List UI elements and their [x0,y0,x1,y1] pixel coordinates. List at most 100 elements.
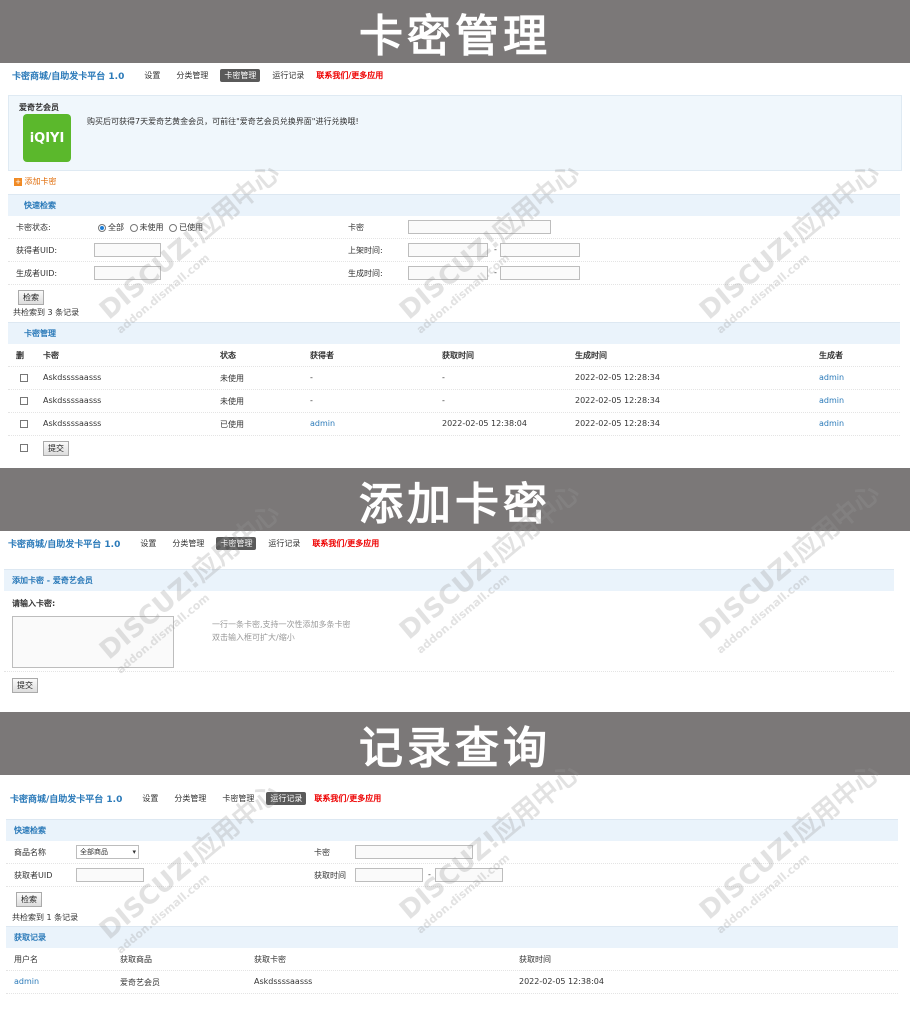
row-card: Askdssssaasss [43,396,102,405]
row-checkbox[interactable] [20,420,28,428]
nav-run-log[interactable]: 运行记录 [264,537,304,550]
row-time: 2022-02-05 12:38:04 [519,977,604,986]
search-button[interactable]: 检索 [18,290,44,305]
col-card: 卡密 [43,351,59,360]
nav-settings[interactable]: 设置 [136,537,160,550]
creator-uid-input[interactable] [94,266,161,280]
search-section-head: 快速检索 [6,819,898,841]
create-time-start-input[interactable] [408,266,488,280]
nav-settings[interactable]: 设置 [138,792,162,805]
table-header-row: 删 卡密 状态 获得者 获取时间 生成时间 生成者 [8,344,900,367]
row-getter: - [310,373,313,382]
nav-contact[interactable]: 联系我们/更多应用 [314,793,381,804]
record-query-panel: 卡密商城/自助发卡平台 1.0 设置 分类管理 卡密管理 运行记录 联系我们/更… [0,775,910,1033]
product-select[interactable]: 全部商品 ▾ [76,845,139,859]
card-input[interactable] [355,845,473,859]
getter-uid-input[interactable] [94,243,161,257]
row-user-link[interactable]: admin [14,977,39,986]
row-checkbox[interactable] [20,374,28,382]
input-hint-line2: 双击输入框可扩大/缩小 [212,633,295,642]
table-header-row: 用户名 获取商品 获取卡密 获取时间 [6,948,898,971]
top-nav: 卡密商城/自助发卡平台 1.0 设置 分类管理 卡密管理 运行记录 联系我们/更… [0,63,910,87]
card-label: 卡密 [314,848,330,857]
radio-all[interactable] [98,223,106,232]
row-create-time: 2022-02-05 12:28:34 [575,419,660,428]
getter-uid-input[interactable] [76,868,144,882]
create-time-end-input[interactable] [500,266,580,280]
banner-title: 添加卡密 [359,478,551,530]
col-username: 用户名 [14,955,38,964]
card-manage-panel: 卡密商城/自助发卡平台 1.0 设置 分类管理 卡密管理 运行记录 联系我们/更… [0,63,910,468]
shelf-time-start-input[interactable] [408,243,488,257]
card-label: 卡密 [348,223,364,232]
range-separator: - [494,245,497,254]
product-select-value: 全部商品 [80,848,108,856]
row-getter-link[interactable]: admin [310,419,335,428]
radio-used[interactable] [169,223,178,232]
banner-add-card: 添加卡密 [0,468,910,531]
getter-uid-label: 获得者UID: [16,246,58,255]
nav-category[interactable]: 分类管理 [170,792,210,805]
row-card: Askdssssaasss [254,977,313,986]
table-row: Askdssssaasss 未使用 - - 2022-02-05 12:28:3… [8,390,900,413]
nav-settings[interactable]: 设置 [140,69,164,82]
shelf-time-end-input[interactable] [500,243,580,257]
radio-unused[interactable] [129,223,138,232]
product-name: 爱奇艺会员 [19,103,59,112]
get-time-end-input[interactable] [435,868,503,882]
nav-contact[interactable]: 联系我们/更多应用 [316,70,383,81]
range-separator: - [428,870,431,879]
col-getter: 获得者 [310,351,334,360]
card-textarea[interactable] [12,616,174,668]
banner-card-manage: 卡密管理 [0,0,910,63]
brand-link[interactable]: 卡密商城/自助发卡平台 1.0 [8,537,120,550]
submit-button[interactable]: 提交 [43,441,69,456]
row-getter: - [310,396,313,405]
product-info-box: 爱奇艺会员 iQIYI 购买后可获得7天爱奇艺黄金会员，可前往"爱奇艺会员兑换界… [8,95,902,171]
status-label: 卡密状态: [16,223,51,232]
col-get-time: 获取时间 [442,351,474,360]
table-row: admin 爱奇艺会员 Askdssssaasss 2022-02-05 12:… [6,971,898,994]
row-create-time: 2022-02-05 12:28:34 [575,373,660,382]
col-delete: 删 [16,351,24,360]
row-checkbox[interactable] [20,397,28,405]
nav-card-manage[interactable]: 卡密管理 [220,68,261,82]
submit-button[interactable]: 提交 [12,678,38,693]
row-status: 未使用 [220,374,244,383]
row-create-time: 2022-02-05 12:28:34 [575,396,660,405]
radio-unused-label: 未使用 [139,223,164,232]
col-create-time: 生成时间 [575,351,607,360]
add-card-link[interactable]: + 添加卡密 [14,176,57,187]
get-time-start-input[interactable] [355,868,423,882]
card-input[interactable] [408,220,551,234]
row-creator-link[interactable]: admin [819,419,844,428]
nav-run-log[interactable]: 运行记录 [266,791,307,805]
search-button[interactable]: 检索 [16,892,42,907]
radio-used-label: 已使用 [179,223,204,232]
nav-run-log[interactable]: 运行记录 [268,69,308,82]
result-count: 共检索到 3 条记录 [13,308,80,317]
nav-card-manage[interactable]: 卡密管理 [218,792,258,805]
status-radio-group: 全部 未使用 已使用 [98,222,203,233]
get-time-label: 获取时间 [314,871,346,880]
banner-title: 记录查询 [359,722,551,774]
nav-category[interactable]: 分类管理 [168,537,208,550]
card-table-head: 卡密管理 [8,322,900,344]
getter-uid-label: 获取者UID [14,871,53,880]
add-card-head: 添加卡密 - 爱奇艺会员 [4,569,894,591]
row-creator-link[interactable]: admin [819,396,844,405]
radio-all-label: 全部 [108,223,124,232]
brand-link[interactable]: 卡密商城/自助发卡平台 1.0 [10,792,122,805]
row-status: 已使用 [220,420,244,429]
col-product: 获取商品 [120,955,152,964]
col-time: 获取时间 [519,955,551,964]
add-card-panel: 卡密商城/自助发卡平台 1.0 设置 分类管理 卡密管理 运行记录 联系我们/更… [0,531,910,712]
row-creator-link[interactable]: admin [819,373,844,382]
nav-card-manage[interactable]: 卡密管理 [216,536,257,550]
select-all-checkbox[interactable] [20,444,28,452]
nav-contact[interactable]: 联系我们/更多应用 [312,538,379,549]
plus-icon: + [14,177,22,186]
brand-link[interactable]: 卡密商城/自助发卡平台 1.0 [12,69,124,82]
nav-category[interactable]: 分类管理 [172,69,212,82]
record-table-head: 获取记录 [6,926,898,948]
